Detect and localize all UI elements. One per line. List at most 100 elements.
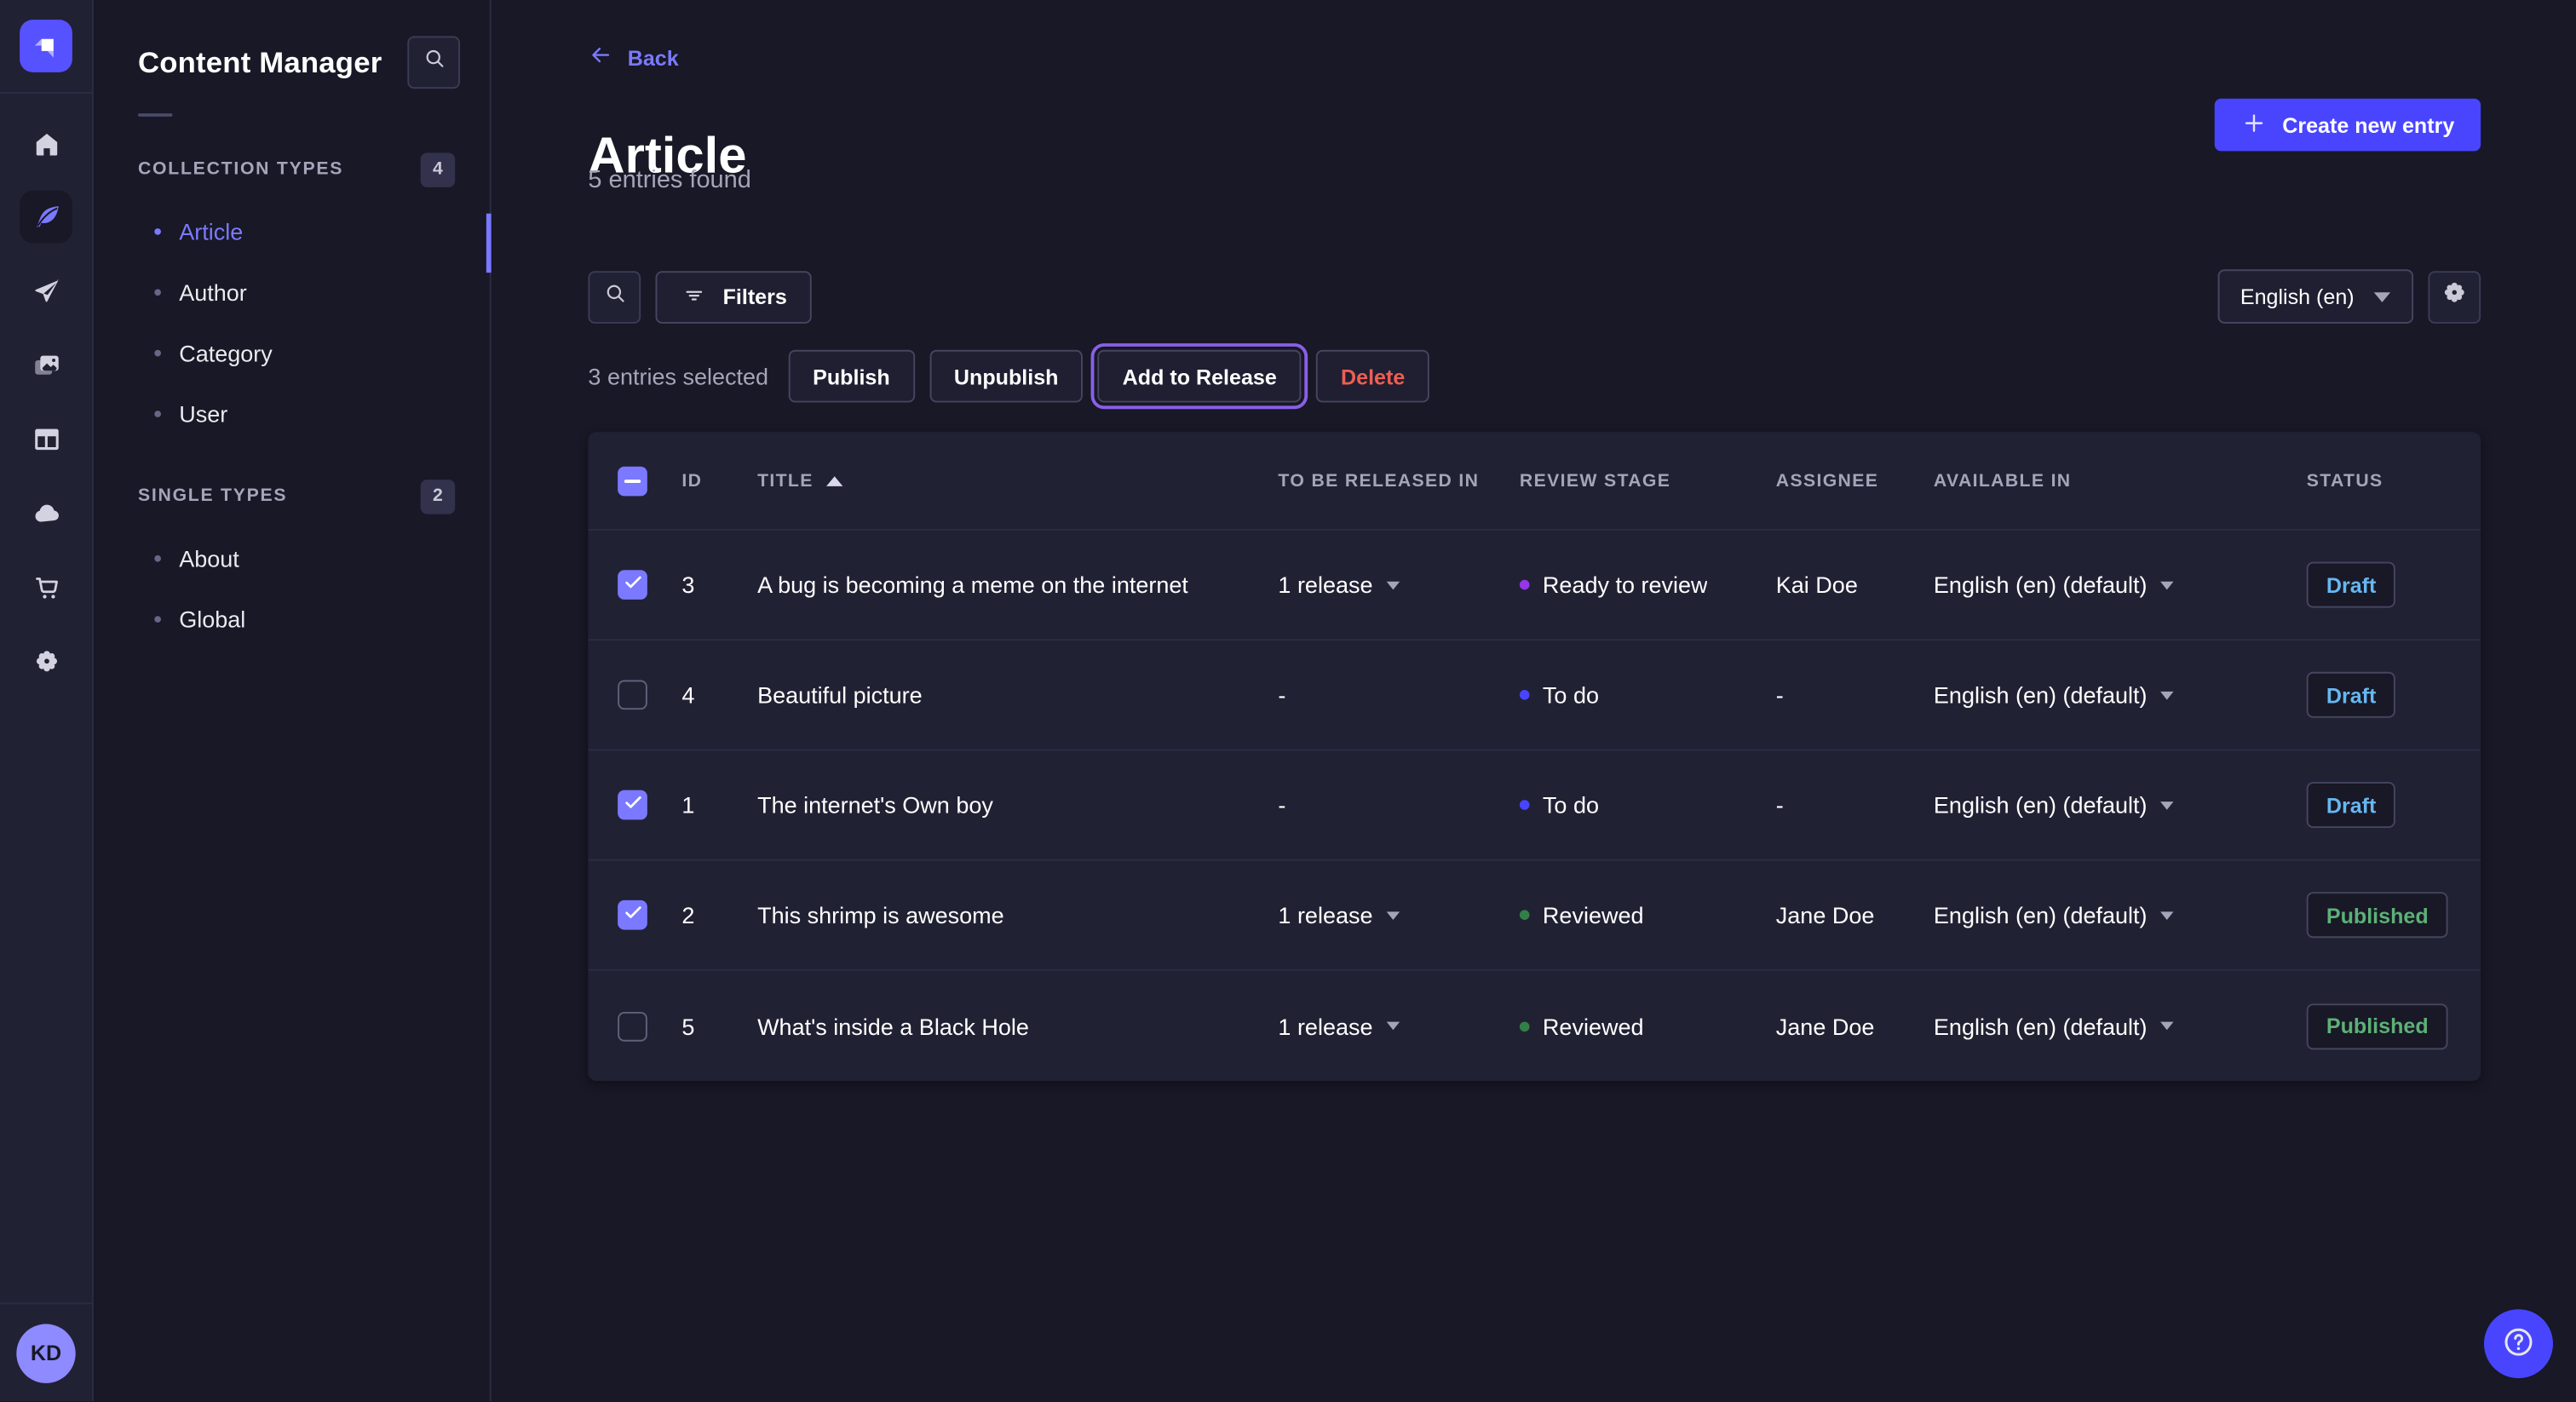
select-all-checkbox[interactable] (618, 466, 647, 496)
release-dropdown[interactable]: 1 release (1278, 902, 1520, 928)
review-stage-dot (1520, 1021, 1530, 1031)
sidebar-item-global[interactable]: Global (95, 588, 490, 648)
table-row[interactable]: 3A bug is becoming a meme on the interne… (588, 531, 2481, 641)
user-avatar[interactable]: KD (16, 1324, 75, 1382)
locale-dropdown[interactable]: English (en) (default) (1934, 902, 2307, 928)
bullet-icon (154, 554, 161, 561)
selection-actions: 3 entries selected Publish Unpublish Add… (588, 350, 1429, 403)
row-checkbox[interactable] (618, 790, 647, 820)
locale-dropdown[interactable]: English (en) (default) (1934, 792, 2307, 819)
chevron-down-icon (2160, 911, 2173, 919)
filter-icon (680, 280, 708, 313)
home-icon (31, 127, 62, 158)
table-row[interactable]: 1The internet's Own boy-To do-English (e… (588, 750, 2481, 860)
cell-review-stage: To do (1520, 792, 1776, 819)
sidebar-item-label: Author (179, 279, 247, 305)
nav-media-library[interactable] (20, 338, 72, 391)
delete-button[interactable]: Delete (1316, 350, 1429, 403)
back-label: Back (628, 45, 679, 70)
indeterminate-dash-icon (624, 479, 641, 482)
locale-select[interactable]: English (en) (2217, 269, 2413, 324)
cell-title: This shrimp is awesome (757, 902, 1278, 928)
row-checkbox[interactable] (618, 570, 647, 600)
chevron-down-icon (1386, 911, 1399, 919)
cell-released: - (1278, 792, 1520, 819)
subnav-divider (138, 113, 172, 117)
cell-title: What's inside a Black Hole (757, 1013, 1278, 1039)
nav-release[interactable] (20, 264, 72, 317)
nav-content-type-builder[interactable] (20, 412, 72, 465)
add-to-release-button[interactable]: Add to Release (1098, 350, 1302, 403)
review-stage-dot (1520, 800, 1530, 810)
strapi-logo[interactable] (20, 20, 72, 72)
nav-content-manager[interactable] (20, 191, 72, 244)
sidebar-item-category[interactable]: Category (95, 322, 490, 382)
content-type-builder-icon (31, 423, 62, 455)
release-dropdown[interactable]: 1 release (1278, 1013, 1520, 1039)
back-arrow-icon (588, 43, 612, 72)
cell-assignee: Jane Doe (1776, 1013, 1934, 1039)
sidebar-item-article[interactable]: Article (95, 200, 490, 261)
create-new-entry-button[interactable]: Create new entry (2215, 99, 2481, 152)
header-available-in: AVAILABLE IN (1934, 471, 2307, 491)
locale-dropdown[interactable]: English (en) (default) (1934, 1013, 2307, 1039)
locale-dropdown[interactable]: English (en) (default) (1934, 681, 2307, 708)
publish-button[interactable]: Publish (788, 350, 914, 403)
cell-assignee: - (1776, 681, 1934, 708)
check-icon (622, 572, 643, 598)
row-checkbox[interactable] (618, 680, 647, 710)
table-body: 3A bug is becoming a meme on the interne… (588, 531, 2481, 1081)
marketplace-icon (31, 571, 62, 602)
row-checkbox[interactable] (618, 900, 647, 930)
sort-asc-icon (826, 475, 842, 486)
search-icon (420, 44, 448, 80)
chevron-down-icon (2160, 1022, 2173, 1031)
help-button[interactable] (2484, 1310, 2553, 1379)
nav-home[interactable] (20, 117, 72, 170)
nav-marketplace[interactable] (20, 560, 72, 613)
bullet-icon (154, 615, 161, 622)
sidebar-item-label: Article (179, 218, 243, 244)
cell-id: 4 (681, 681, 757, 708)
table-row[interactable]: 5What's inside a Black Hole1 releaseRevi… (588, 971, 2481, 1081)
subnav-sections: COLLECTION TYPES4ArticleAuthorCategoryUs… (95, 151, 490, 648)
back-link[interactable]: Back (588, 43, 678, 72)
app-window: KD Content Manager COLLECTION TYPES4Arti… (0, 0, 2576, 1402)
chevron-down-icon (2160, 801, 2173, 809)
rail-icons (20, 94, 72, 1303)
main-content: Back Article 5 entries found Create new … (492, 0, 2576, 1402)
unpublish-button[interactable]: Unpublish (929, 350, 1083, 403)
cell-released: - (1278, 681, 1520, 708)
sidebar-item-about[interactable]: About (95, 527, 490, 588)
release-dropdown[interactable]: 1 release (1278, 572, 1520, 598)
filters-button[interactable]: Filters (655, 270, 811, 323)
settings-icon (31, 645, 62, 676)
content-manager-subnav: Content Manager COLLECTION TYPES4Article… (95, 0, 492, 1402)
locale-select-value: English (en) (2240, 284, 2355, 309)
subnav-search-button[interactable] (407, 36, 460, 89)
list-settings-button[interactable] (2428, 270, 2481, 323)
table-row[interactable]: 4Beautiful picture-To do-English (en) (d… (588, 641, 2481, 750)
nav-deploy[interactable] (20, 486, 72, 539)
media-library-icon (31, 349, 62, 381)
sidebar-item-author[interactable]: Author (95, 261, 490, 322)
cell-title: A bug is becoming a meme on the internet (757, 572, 1278, 598)
cell-title: The internet's Own boy (757, 792, 1278, 819)
row-checkbox[interactable] (618, 1011, 647, 1041)
bullet-icon (154, 288, 161, 295)
create-new-entry-label: Create new entry (2282, 112, 2454, 137)
header-title[interactable]: TITLE (757, 471, 1278, 491)
release-icon (31, 275, 62, 307)
cell-id: 3 (681, 572, 757, 598)
search-icon (601, 279, 629, 314)
list-search-button[interactable] (588, 270, 641, 323)
nav-settings[interactable] (20, 634, 72, 687)
filters-label: Filters (723, 284, 787, 309)
cell-review-stage: Ready to review (1520, 572, 1776, 598)
cell-id: 1 (681, 792, 757, 819)
locale-dropdown[interactable]: English (en) (default) (1934, 572, 2307, 598)
section-count-badge: 2 (421, 479, 456, 513)
table-row[interactable]: 2This shrimp is awesome1 releaseReviewed… (588, 861, 2481, 971)
chevron-down-icon (2160, 581, 2173, 589)
sidebar-item-user[interactable]: User (95, 382, 490, 443)
